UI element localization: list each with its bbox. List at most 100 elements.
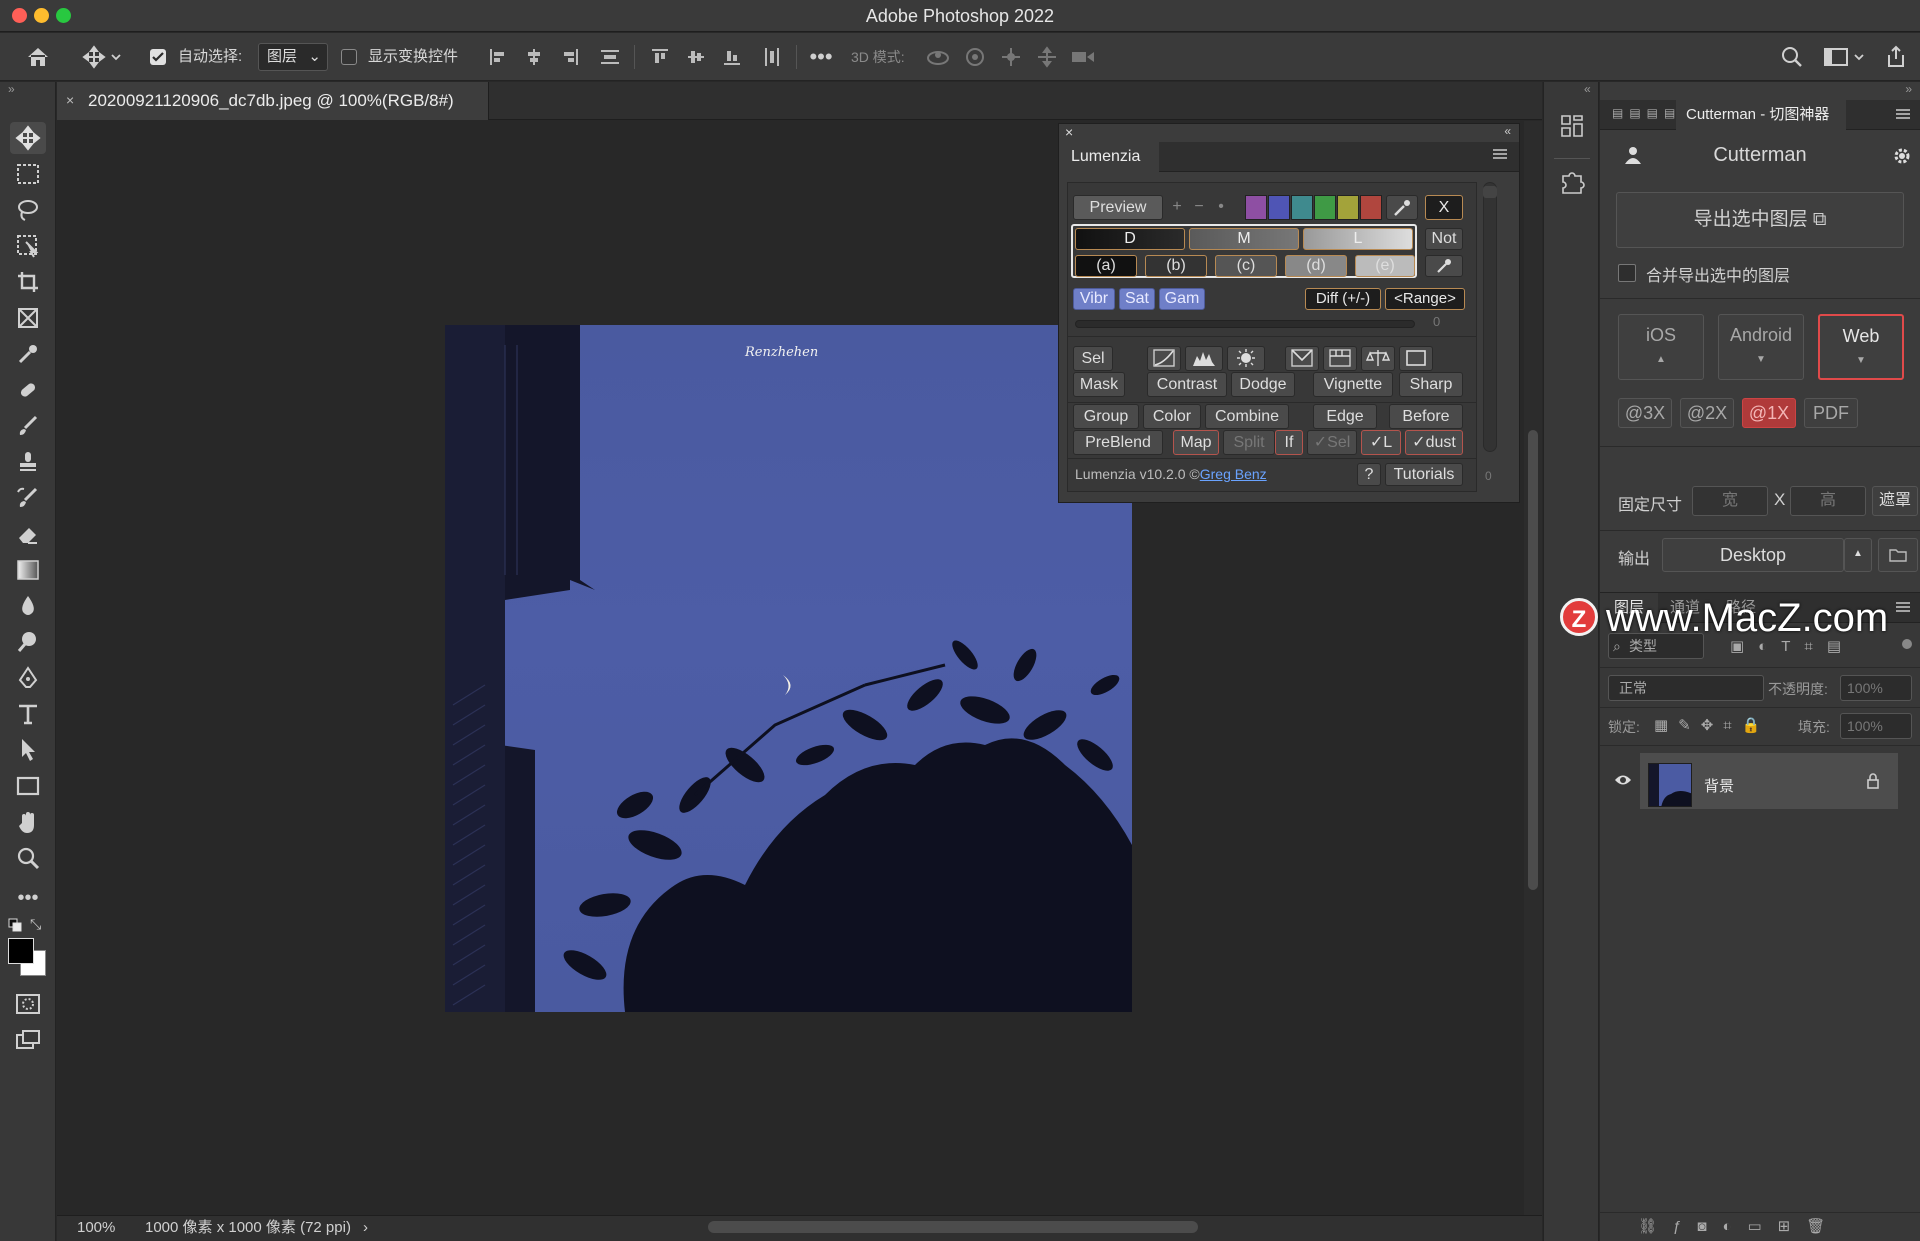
collapse-panel-icon[interactable]: » [1905,82,1912,96]
scale-3x-button[interactable]: @3X [1618,398,1672,428]
3d-orbit-icon[interactable] [924,41,952,73]
3d-camera-icon[interactable] [1069,41,1097,73]
range-slider[interactable] [1075,320,1415,328]
eyedropper-tool-icon[interactable] [10,338,46,370]
swatch-red[interactable] [1360,195,1382,220]
cutterman-tab[interactable]: Cutterman - 切图神器 [1676,100,1846,131]
history-brush-tool-icon[interactable] [10,482,46,514]
settings-gear-icon[interactable] [1892,146,1912,166]
align-bottom-icon[interactable] [720,41,744,73]
curves-icon[interactable] [1147,346,1181,371]
vertical-scroll-thumb[interactable] [1528,430,1538,890]
swatch-green[interactable] [1314,195,1336,220]
close-panel-icon[interactable]: × [1065,124,1073,140]
eye-icon[interactable] [1614,773,1632,787]
path-selection-tool-icon[interactable] [10,734,46,766]
levels-icon[interactable] [1185,346,1223,371]
preblend-button[interactable]: PreBlend [1073,430,1163,455]
distribute-v-icon[interactable] [760,41,784,73]
document-info[interactable]: 1000 像素 x 1000 像素 (72 ppi) › [145,1215,368,1241]
move-tool-icon[interactable] [10,122,46,154]
dodge-button[interactable]: Dodge [1231,372,1295,397]
diff-button[interactable]: Diff (+/-) [1305,288,1381,310]
swatch-blue[interactable] [1268,195,1290,220]
if-button[interactable]: If [1275,430,1303,455]
marquee-tool-icon[interactable] [10,158,46,190]
check-sel-button[interactable]: ✓Sel [1307,430,1357,455]
auto-select-checkbox[interactable] [150,49,166,65]
lock-icons[interactable]: ▦✎✥⌗🔒 [1654,716,1770,734]
collapse-panel-icon[interactable]: « [1504,124,1511,138]
map-button[interactable]: Map [1173,430,1219,455]
lumenzia-tab[interactable]: Lumenzia [1059,142,1159,173]
panel-scroll-up[interactable] [1483,186,1497,198]
help-button[interactable]: ? [1357,463,1381,486]
filter-toggle[interactable] [1902,639,1912,649]
zone-d-button[interactable]: (d) [1285,255,1347,277]
midtones-button[interactable]: M [1189,228,1299,250]
darks-button[interactable]: D [1075,228,1185,250]
sharp-button[interactable]: Sharp [1399,372,1463,397]
align-middle-v-icon[interactable] [684,41,708,73]
contrast-button[interactable]: Contrast [1147,372,1227,397]
scale-2x-button[interactable]: @2X [1680,398,1734,428]
filmstrip-icon[interactable] [1323,346,1357,371]
distribute-icon[interactable] [598,41,622,73]
before-button[interactable]: Before [1389,404,1463,429]
platform-web[interactable]: Web ▼ [1818,314,1904,380]
hand-tool-icon[interactable] [10,806,46,838]
zoom-tool-icon[interactable] [10,842,46,874]
check-dust-button[interactable]: ✓dust [1405,430,1463,455]
layer-name[interactable]: 背景 [1704,775,1734,796]
foreground-color-swatch[interactable] [8,938,34,964]
author-link[interactable]: Greg Benz [1200,466,1267,482]
gradient-tool-icon[interactable] [10,554,46,586]
gamut-button[interactable]: Gam [1159,288,1205,310]
platform-ios[interactable]: iOS ▲ [1618,314,1704,380]
lasso-tool-icon[interactable] [10,194,46,226]
3d-roll-icon[interactable] [961,41,989,73]
mask-button[interactable]: 遮罩 [1872,486,1918,516]
color-button[interactable]: Color [1143,404,1201,429]
align-right-icon[interactable] [558,41,582,73]
height-input[interactable]: 高 [1790,486,1866,516]
workspace-icon[interactable] [1820,41,1870,73]
zoom-level[interactable]: 100% [77,1215,115,1241]
swatch-yellow[interactable] [1337,195,1359,220]
pen-tool-icon[interactable] [10,662,46,694]
blend-if-icon[interactable] [1285,346,1319,371]
horizontal-scroll-thumb[interactable] [708,1221,1198,1233]
group-button[interactable]: Group [1073,404,1139,429]
rectangle-tool-icon[interactable] [10,770,46,802]
preview-button[interactable]: Preview [1073,195,1163,220]
crop-tool-icon[interactable] [10,266,46,298]
align-center-h-icon[interactable] [522,41,546,73]
saturation-button[interactable]: Sat [1119,288,1155,310]
3d-slide-icon[interactable] [1033,41,1061,73]
search-icon[interactable] [1778,41,1806,73]
brightness-icon[interactable] [1227,346,1265,371]
zone-a-button[interactable]: (a) [1075,255,1137,277]
home-icon[interactable] [22,41,54,73]
blur-tool-icon[interactable] [10,590,46,622]
share-icon[interactable] [1882,41,1910,73]
type-tool-icon[interactable] [10,698,46,730]
select-button[interactable]: Sel [1073,346,1113,371]
platform-android[interactable]: Android ▼ [1718,314,1804,380]
mask-button[interactable]: Mask [1073,372,1125,397]
document-image[interactable]: Renzhehen [445,325,1132,1012]
balance-icon[interactable] [1361,346,1395,371]
split-button[interactable]: Split [1223,430,1275,455]
pdf-button[interactable]: PDF [1804,398,1858,428]
not-button[interactable]: Not [1425,228,1463,250]
folder-icon[interactable] [1878,538,1918,572]
align-left-icon[interactable] [486,41,510,73]
vignette-button[interactable]: Vignette [1313,372,1393,397]
edge-button[interactable]: Edge [1313,404,1377,429]
plus-button[interactable]: + [1167,195,1187,220]
align-top-icon[interactable] [648,41,672,73]
object-select-tool-icon[interactable] [10,230,46,262]
combine-button[interactable]: Combine [1205,404,1289,429]
swatch-purple[interactable] [1245,195,1267,220]
zone-eyedropper-icon[interactable] [1425,255,1463,277]
